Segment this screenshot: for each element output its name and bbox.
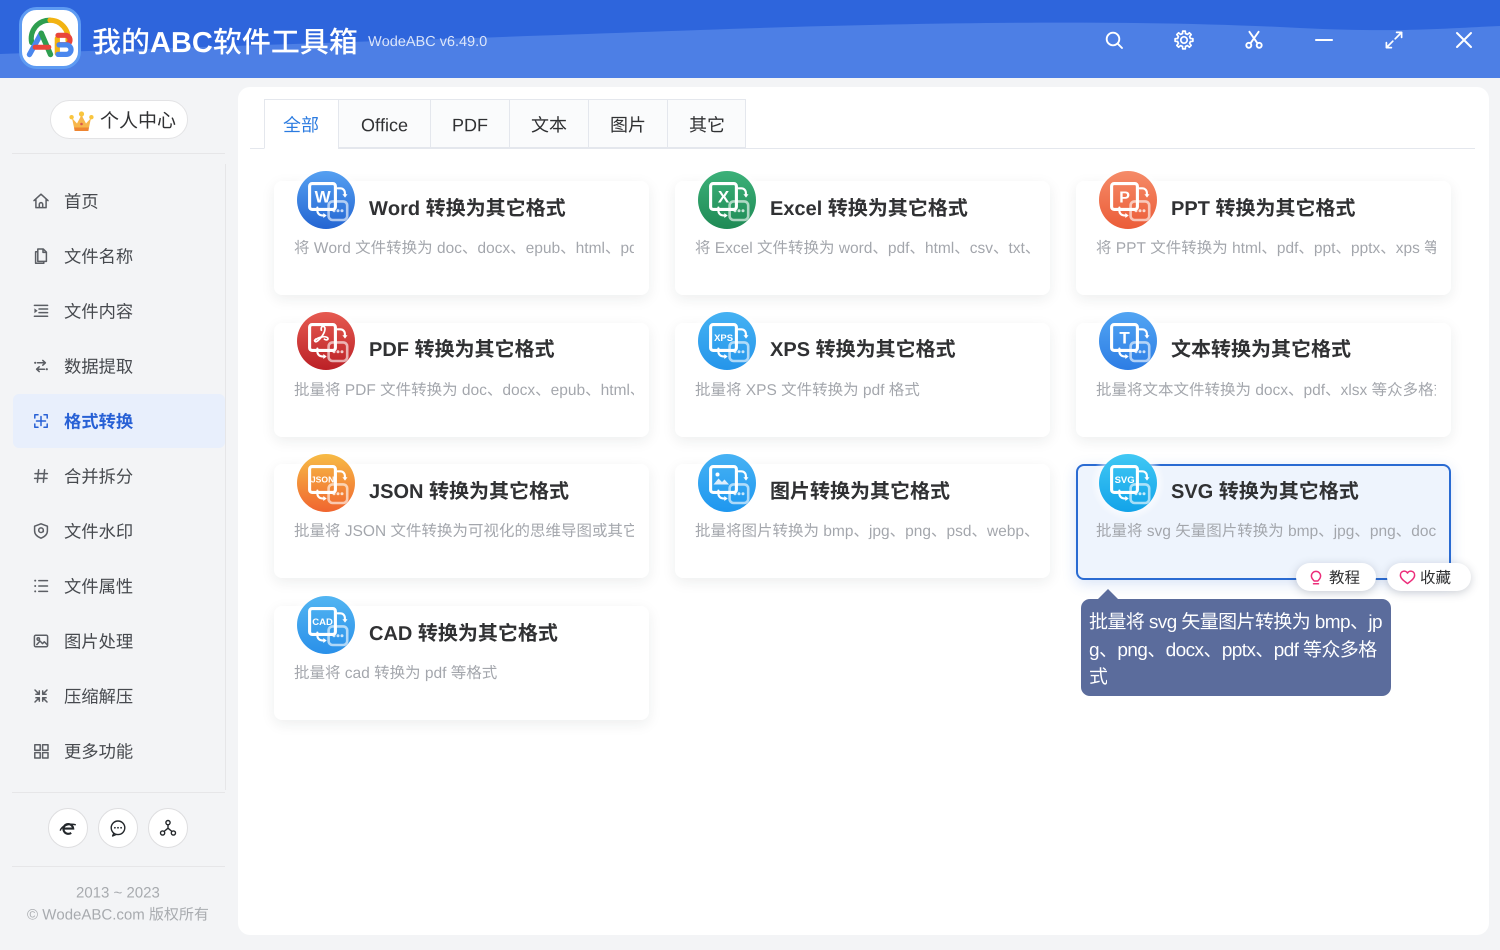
svg-text:JSON: JSON (311, 475, 334, 485)
svg-text:P: P (1119, 189, 1130, 206)
svg-text:XPS: XPS (714, 333, 733, 344)
svg-text:X: X (718, 188, 730, 207)
svg-text:T: T (1119, 329, 1130, 348)
